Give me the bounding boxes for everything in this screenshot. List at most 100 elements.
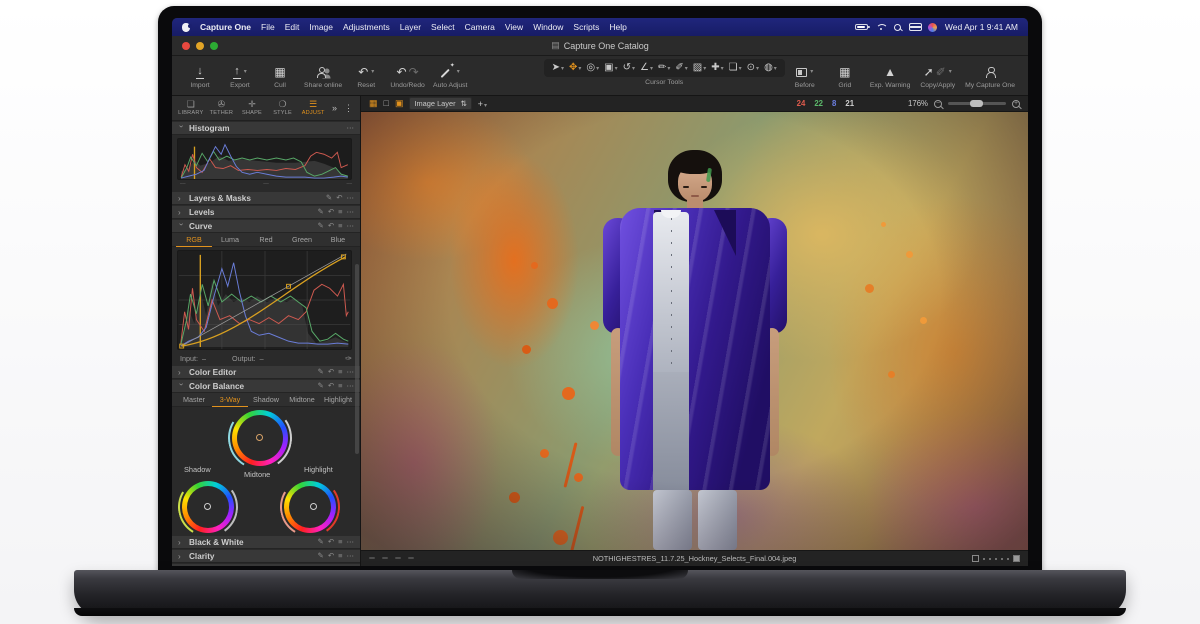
spotlight-search-icon[interactable] xyxy=(894,24,901,31)
loupe-tool[interactable]: ◎ xyxy=(584,63,601,73)
layers-masks-panel-header[interactable]: › Layers & Masks ✎ ↶ ⋯ xyxy=(172,191,360,205)
zoom-slider-handle[interactable] xyxy=(970,100,983,107)
my-capture-one-button[interactable]: My Capture One xyxy=(965,58,1015,95)
levels-panel-header[interactable]: › Levels ✎ ↶ ≡ ⋯ xyxy=(172,205,360,219)
curve-tab-luma[interactable]: Luma xyxy=(212,233,248,246)
preset-icon[interactable]: ≡ xyxy=(338,382,342,390)
midtone-color-wheel[interactable] xyxy=(232,410,288,466)
pager-dot[interactable] xyxy=(983,558,985,560)
menu-bar-clock[interactable]: Wed Apr 1 9:41 AM xyxy=(945,22,1018,32)
control-center-icon[interactable] xyxy=(909,23,920,31)
minimize-window-button[interactable] xyxy=(196,42,204,50)
layer-select[interactable]: Image Layer ⇅ xyxy=(409,97,471,110)
copy-apply-button[interactable]: ➚✐ Copy/Apply xyxy=(920,58,955,95)
battery-icon[interactable] xyxy=(855,24,868,30)
siri-icon[interactable] xyxy=(928,23,937,32)
menu-window[interactable]: Window xyxy=(533,22,563,32)
chevron-right-icon[interactable]: › xyxy=(178,194,185,203)
menu-layer[interactable]: Layer xyxy=(400,22,421,32)
brush-icon[interactable]: ✎ xyxy=(318,538,324,546)
curve-tab-rgb[interactable]: RGB xyxy=(176,233,212,247)
before-button[interactable]: Before xyxy=(790,58,820,95)
crop-tool[interactable]: ▣ xyxy=(602,63,619,73)
reset-button[interactable]: ↶ Reset xyxy=(351,58,381,95)
reset-icon[interactable]: ↶ xyxy=(328,552,334,560)
import-button[interactable]: ↓ Import xyxy=(185,58,215,95)
more-icon[interactable]: ⋯ xyxy=(347,538,355,546)
shadow-color-wheel[interactable] xyxy=(182,481,234,533)
chevron-down-icon[interactable]: › xyxy=(177,223,186,230)
brush-icon[interactable]: ✎ xyxy=(318,208,324,216)
preset-icon[interactable]: ≡ xyxy=(338,538,342,546)
add-layer-button[interactable]: + xyxy=(478,99,487,109)
chevron-down-icon[interactable]: › xyxy=(177,383,186,390)
curve-editor[interactable] xyxy=(177,250,352,350)
share-online-button[interactable]: Share online xyxy=(305,58,341,95)
tab-shape[interactable]: ✛ SHAPE xyxy=(237,100,267,116)
more-icon[interactable]: ⋯ xyxy=(347,208,355,216)
more-icon[interactable]: ⋯ xyxy=(347,194,355,202)
tab-tether[interactable]: ✇ TETHER xyxy=(207,100,237,116)
tab-options-kebab[interactable]: ⋮ xyxy=(341,103,356,114)
zoom-window-button[interactable] xyxy=(210,42,218,50)
chevron-right-icon[interactable]: › xyxy=(178,552,185,561)
reset-icon[interactable]: ↶ xyxy=(328,538,334,546)
export-button[interactable]: ↑ Export xyxy=(225,58,255,95)
reset-icon[interactable]: ↶ xyxy=(336,194,342,202)
reset-icon[interactable]: ↶ xyxy=(328,208,334,216)
preset-icon[interactable]: ≡ xyxy=(338,208,342,216)
reset-icon[interactable]: ↶ xyxy=(328,382,334,390)
menu-view[interactable]: View xyxy=(505,22,523,32)
curve-tab-blue[interactable]: Blue xyxy=(320,233,356,246)
gradient-mask-tool[interactable]: ▨ xyxy=(691,63,708,73)
more-icon[interactable]: ⋯ xyxy=(347,552,355,560)
brush-icon[interactable]: ✎ xyxy=(318,222,324,230)
tab-style[interactable]: ❍ STYLE xyxy=(268,100,298,116)
preset-icon[interactable]: ≡ xyxy=(338,368,342,376)
more-icon[interactable]: ⋯ xyxy=(347,368,355,376)
menu-select[interactable]: Select xyxy=(431,22,455,32)
menu-image[interactable]: Image xyxy=(309,22,333,32)
more-icon[interactable]: ⋯ xyxy=(347,124,355,132)
cb-tab-3way[interactable]: 3-Way xyxy=(212,393,248,407)
eyedropper-tool[interactable]: ◍ xyxy=(762,63,779,73)
apple-menu-icon[interactable] xyxy=(182,22,191,32)
pager-dot[interactable] xyxy=(995,558,997,560)
straighten-tool[interactable]: ∠ xyxy=(638,63,655,73)
tab-library[interactable]: ❏ LIBRARY xyxy=(176,100,206,116)
black-white-panel-header[interactable]: › Black & White ✎ ↶ ≡ ⋯ xyxy=(172,535,360,549)
menu-help[interactable]: Help xyxy=(609,22,626,32)
cb-tab-master[interactable]: Master xyxy=(176,393,212,406)
auto-adjust-button[interactable]: Auto Adjust xyxy=(434,58,467,95)
chevron-right-icon[interactable]: › xyxy=(178,538,185,547)
cb-tab-highlight[interactable]: Highlight xyxy=(320,393,356,406)
chevron-right-icon[interactable]: › xyxy=(178,208,185,217)
chevron-right-icon[interactable]: › xyxy=(178,566,185,567)
rotate-tool[interactable]: ↺ xyxy=(621,63,637,73)
preset-icon[interactable]: ≡ xyxy=(338,222,342,230)
menu-app-name[interactable]: Capture One xyxy=(200,22,251,32)
reset-icon[interactable]: ↶ xyxy=(328,222,334,230)
expand-tabs-button[interactable]: » xyxy=(329,103,340,113)
thumbnail-outline-icon[interactable] xyxy=(972,555,979,562)
more-icon[interactable]: ⋯ xyxy=(347,382,355,390)
highlight-color-wheel[interactable] xyxy=(284,481,336,533)
brush-icon[interactable]: ✎ xyxy=(318,382,324,390)
brush-icon[interactable]: ✎ xyxy=(318,552,324,560)
curve-picker-icon[interactable]: ✑ xyxy=(345,354,352,363)
curve-tab-green[interactable]: Green xyxy=(284,233,320,246)
close-window-button[interactable] xyxy=(182,42,190,50)
more-icon[interactable]: ⋯ xyxy=(347,222,355,230)
select-tool[interactable]: ➤ xyxy=(550,63,566,73)
preset-icon[interactable]: ≡ xyxy=(338,552,342,560)
clarity-panel-header[interactable]: › Clarity ✎ ↶ ≡ ⋯ xyxy=(172,549,360,563)
spot-removal-tool[interactable]: ⊙ xyxy=(745,63,761,73)
brush-icon[interactable]: ✎ xyxy=(326,194,332,202)
menu-adjustments[interactable]: Adjustments xyxy=(343,22,390,32)
curve-tab-red[interactable]: Red xyxy=(248,233,284,246)
proof-view-icon[interactable]: ▣ xyxy=(395,99,404,108)
zoom-out-icon[interactable]: − xyxy=(934,100,942,108)
photo-canvas[interactable] xyxy=(361,112,1028,550)
cull-button[interactable]: ▦ Cull xyxy=(265,58,295,95)
wifi-icon[interactable] xyxy=(876,24,886,31)
